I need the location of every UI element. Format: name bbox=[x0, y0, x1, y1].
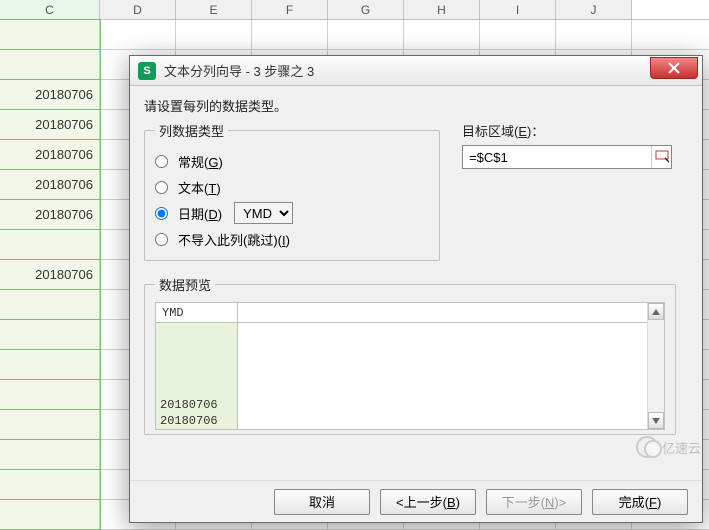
cell[interactable] bbox=[0, 410, 100, 439]
col-header-e[interactable]: E bbox=[176, 0, 252, 19]
col-header-i[interactable]: I bbox=[480, 0, 556, 19]
close-icon bbox=[668, 62, 680, 74]
cell[interactable] bbox=[252, 20, 328, 49]
preview-scrollbar[interactable] bbox=[647, 303, 664, 429]
col-header-f[interactable]: F bbox=[252, 0, 328, 19]
col-header-h[interactable]: H bbox=[404, 0, 480, 19]
chevron-up-icon bbox=[652, 309, 660, 315]
preview-column[interactable]: 20180706 20180706 bbox=[156, 323, 238, 429]
instruction-text: 请设置每列的数据类型。 bbox=[144, 96, 688, 115]
radio-date[interactable]: 日期(D) YMD bbox=[155, 200, 429, 226]
scroll-track[interactable] bbox=[648, 320, 664, 412]
range-picker-icon bbox=[655, 150, 669, 164]
radio-skip-label: 不导入此列(跳过)(I) bbox=[178, 230, 290, 249]
cell[interactable] bbox=[0, 20, 100, 49]
cell[interactable] bbox=[0, 470, 100, 499]
back-button[interactable]: <上一步(B) bbox=[380, 489, 476, 515]
titlebar[interactable]: S 文本分列向导 - 3 步骤之 3 bbox=[130, 56, 702, 86]
preview-header-row: YMD bbox=[156, 303, 664, 323]
cell[interactable]: 20180706 bbox=[0, 200, 100, 229]
cell[interactable]: 20180706 bbox=[0, 170, 100, 199]
dialog-body: 请设置每列的数据类型。 列数据类型 常规(G) 文本(T) 日期(D) YMD bbox=[130, 86, 702, 480]
col-header-g[interactable]: G bbox=[328, 0, 404, 19]
close-button[interactable] bbox=[650, 57, 698, 79]
dialog-footer: 取消 <上一步(B) 下一步(N)> 完成(F) bbox=[130, 480, 702, 522]
radio-text-label: 文本(T) bbox=[178, 178, 221, 197]
cell[interactable] bbox=[0, 230, 100, 259]
col-header-j[interactable]: J bbox=[556, 0, 632, 19]
column-data-type-legend: 列数据类型 bbox=[155, 121, 228, 140]
cell[interactable] bbox=[0, 380, 100, 409]
cell[interactable] bbox=[556, 20, 632, 49]
app-icon: S bbox=[138, 62, 156, 80]
cell[interactable] bbox=[0, 350, 100, 379]
col-header-row: C D E F G H I J bbox=[0, 0, 709, 20]
cell[interactable] bbox=[404, 20, 480, 49]
radio-date-input[interactable] bbox=[155, 207, 168, 220]
cancel-button[interactable]: 取消 bbox=[274, 489, 370, 515]
cell[interactable]: 20180706 bbox=[0, 110, 100, 139]
radio-general-input[interactable] bbox=[155, 155, 168, 168]
destination-label: 目标区域(E)： bbox=[462, 121, 672, 140]
col-header-c[interactable]: C bbox=[0, 0, 100, 19]
data-preview-legend: 数据预览 bbox=[155, 275, 215, 294]
cell[interactable] bbox=[480, 20, 556, 49]
scroll-down-button[interactable] bbox=[648, 412, 664, 429]
column-data-type-group: 列数据类型 常规(G) 文本(T) 日期(D) YMD bbox=[144, 121, 440, 261]
preview-box[interactable]: YMD 20180706 20180706 bbox=[155, 302, 665, 430]
destination-input[interactable] bbox=[463, 146, 651, 168]
text-to-columns-wizard-dialog: S 文本分列向导 - 3 步骤之 3 请设置每列的数据类型。 列数据类型 常规(… bbox=[129, 55, 703, 523]
range-picker-button[interactable] bbox=[651, 146, 671, 168]
radio-skip-input[interactable] bbox=[155, 233, 168, 246]
radio-general-label: 常规(G) bbox=[178, 152, 223, 171]
radio-date-label: 日期(D) bbox=[178, 204, 222, 223]
preview-header-cell[interactable]: YMD bbox=[156, 303, 238, 322]
radio-text-input[interactable] bbox=[155, 181, 168, 194]
cell[interactable]: 20180706 bbox=[0, 260, 100, 289]
radio-skip[interactable]: 不导入此列(跳过)(I) bbox=[155, 226, 429, 252]
preview-row: 20180706 bbox=[156, 413, 237, 429]
col-header-d[interactable]: D bbox=[100, 0, 176, 19]
cell[interactable]: 20180706 bbox=[0, 80, 100, 109]
cell[interactable] bbox=[328, 20, 404, 49]
radio-text[interactable]: 文本(T) bbox=[155, 174, 429, 200]
cell[interactable] bbox=[0, 440, 100, 469]
cell[interactable] bbox=[0, 500, 100, 529]
chevron-down-icon bbox=[652, 418, 660, 424]
cell[interactable] bbox=[0, 320, 100, 349]
radio-general[interactable]: 常规(G) bbox=[155, 148, 429, 174]
destination-wrap: 目标区域(E)： bbox=[462, 121, 672, 261]
cell[interactable] bbox=[0, 290, 100, 319]
data-preview-group: 数据预览 YMD 20180706 20180706 bbox=[144, 275, 676, 435]
cell[interactable] bbox=[100, 20, 176, 49]
cell[interactable]: 20180706 bbox=[0, 140, 100, 169]
date-format-combo[interactable]: YMD bbox=[234, 202, 293, 224]
cell[interactable] bbox=[176, 20, 252, 49]
destination-input-wrap bbox=[462, 145, 672, 169]
sheet-row bbox=[0, 20, 709, 50]
dialog-title: 文本分列向导 - 3 步骤之 3 bbox=[164, 61, 650, 80]
preview-row: 20180706 bbox=[156, 397, 237, 413]
finish-button[interactable]: 完成(F) bbox=[592, 489, 688, 515]
next-button: 下一步(N)> bbox=[486, 489, 582, 515]
scroll-up-button[interactable] bbox=[648, 303, 664, 320]
cell[interactable] bbox=[0, 50, 100, 79]
